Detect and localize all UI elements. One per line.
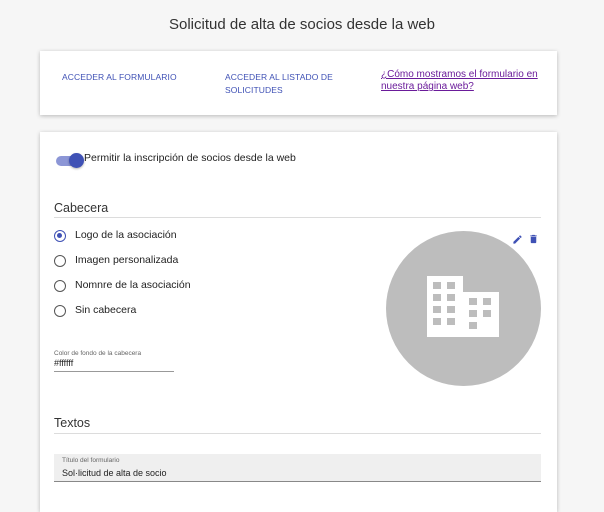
page-title: Solicitud de alta de socios desde la web	[168, 16, 435, 33]
header-bg-color-input[interactable]: #ffffff	[54, 358, 174, 372]
toggle-thumb	[69, 153, 84, 168]
radio-association-name[interactable]	[54, 280, 66, 292]
header-section-divider	[54, 217, 541, 218]
radio-association-name-label: Nomnre de la asociación	[75, 279, 191, 291]
header-bg-color-label: Color de fondo de la cabecera	[54, 350, 142, 357]
form-title-field[interactable]: Título del formulario Sol·licitud de alt…	[54, 454, 541, 482]
logo-preview[interactable]	[386, 231, 541, 386]
access-list-link[interactable]: ACCEDER AL LISTADO DE SOLICITUDES	[225, 71, 333, 97]
settings-card: Permitir la inscripción de socios desde …	[40, 132, 557, 512]
access-list-link-line1: ACCEDER AL LISTADO DE	[225, 72, 333, 82]
form-title-input[interactable]: Sol·licitud de alta de socio	[62, 468, 167, 478]
delete-icon[interactable]	[528, 233, 539, 245]
radio-custom-image[interactable]	[54, 255, 66, 267]
header-bg-color-field[interactable]: Color de fondo de la cabecera #ffffff	[54, 350, 174, 372]
texts-section-title: Textos	[54, 416, 91, 430]
radio-no-header[interactable]	[54, 305, 66, 317]
radio-custom-image-label: Imagen personalizada	[75, 254, 179, 266]
help-link[interactable]: ¿Cómo mostramos el formulario en nuestra…	[381, 69, 538, 93]
header-section-title: Cabecera	[54, 201, 109, 215]
help-link-line1: ¿Cómo mostramos el formulario en	[381, 69, 538, 80]
access-list-link-line2: SOLICITUDES	[225, 85, 283, 95]
access-form-link[interactable]: ACCEDER AL FORMULARIO	[62, 71, 177, 84]
registration-toggle-label: Permitir la inscripción de socios desde …	[84, 152, 296, 164]
building-icon	[427, 276, 499, 337]
texts-section-divider	[54, 433, 541, 434]
radio-logo-label: Logo de la asociación	[75, 229, 177, 241]
help-link-line2: nuestra página web?	[381, 81, 474, 92]
links-card: ACCEDER AL FORMULARIO ACCEDER AL LISTADO…	[40, 51, 557, 115]
radio-no-header-label: Sin cabecera	[75, 304, 137, 316]
edit-icon[interactable]	[512, 234, 523, 245]
form-title-label: Título del formulario	[62, 457, 120, 464]
radio-logo[interactable]	[54, 230, 66, 242]
